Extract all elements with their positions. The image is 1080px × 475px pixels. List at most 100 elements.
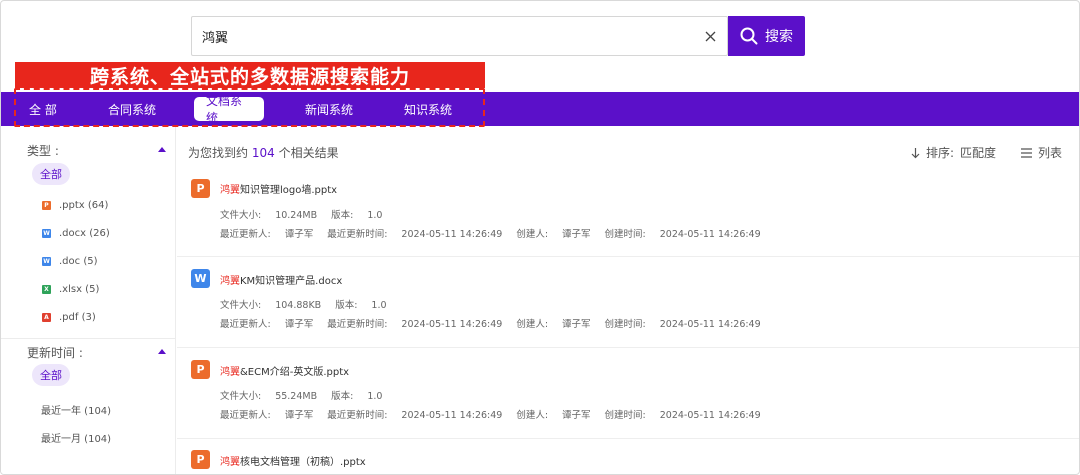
created-time: 2024-05-11 14:26:49 [659,229,761,240]
tab-contract[interactable]: 合同系统 [108,92,156,126]
size-label: 文件大小: [220,210,262,221]
title-highlight: 鸿翼 [220,457,240,468]
search-input[interactable] [192,17,692,55]
sort-arrow-icon [911,147,920,158]
excel-file-icon: X [42,285,51,294]
search-box [191,16,728,56]
pdf-file-icon: A [42,313,51,322]
result-meta-line: 文件大小: 10.24MB 版本: 1.0 [220,207,396,221]
created-label: 创建时间: [604,319,646,330]
type-filter-label: .docx (26) [59,228,110,239]
collapse-type-icon[interactable] [158,147,166,152]
version-label: 版本: [331,210,354,221]
size-label: 文件大小: [220,391,262,402]
result-meta-line: 最近更新人: 谭子军 最近更新时间: 2024-05-11 14:26:49 创建人: 谭… [220,407,775,421]
type-filter-label: .pdf (3) [59,312,96,323]
time-filter-year[interactable]: 最近一年 (104) [41,402,111,417]
creator: 谭子军 [562,319,591,330]
updated-time: 2024-05-11 14:26:49 [401,229,503,240]
results-count: 104 [251,146,275,160]
type-filter-all[interactable]: 全部 [32,163,70,185]
result-meta-line: 文件大小: 104.88KB 版本: 1.0 [220,297,401,311]
updated-label: 最近更新时间: [327,229,388,240]
tab-documents[interactable]: 文档系统 [194,94,264,125]
list-view-toggle[interactable]: 列表 [1021,144,1062,161]
type-filter-label: .pptx (64) [59,200,109,211]
result-meta-line: 最近更新人: 谭子军 最近更新时间: 2024-05-11 14:26:49 创建人: 谭… [220,226,775,240]
type-filter-doc[interactable]: W .doc (5) [42,256,98,267]
type-filter-pdf[interactable]: A .pdf (3) [42,312,96,323]
word-file-icon: W [191,269,210,288]
ppt-file-icon: P [191,360,210,379]
sort-value: 匹配度 [960,146,997,160]
tab-knowledge[interactable]: 知识系统 [404,92,452,126]
version: 1.0 [367,391,383,402]
creator-label: 创建人: [516,229,549,240]
file-size: 10.24MB [275,210,318,221]
search-button[interactable]: 搜索 [728,16,805,56]
result-title[interactable]: 鸿翼知识管理logo墙.pptx [220,181,337,196]
type-filter-heading: 类型 : [27,144,59,158]
word-file-icon: W [42,257,51,266]
version-label: 版本: [331,391,354,402]
ppt-file-icon: P [191,450,210,469]
updated-time: 2024-05-11 14:26:49 [401,410,503,421]
time-filter-month[interactable]: 最近一月 (104) [41,430,111,445]
version: 1.0 [367,210,383,221]
result-title[interactable]: 鸿翼核电文档管理（初稿）.pptx [220,453,366,468]
created-time: 2024-05-11 14:26:49 [659,410,761,421]
result-title[interactable]: 鸿翼&ECM介绍-英文版.pptx [220,363,349,378]
time-filter-all[interactable]: 全部 [32,364,70,386]
word-file-icon: W [42,229,51,238]
creator: 谭子军 [562,410,591,421]
filter-sidebar: 类型 : 全部 P .pptx (64) W .docx (26) W .doc… [1,127,176,474]
creator: 谭子军 [562,229,591,240]
sidebar-divider [1,338,176,339]
sort-control[interactable]: 排序: 匹配度 [911,144,996,161]
search-button-label: 搜索 [765,29,793,45]
sort-label: 排序: [926,146,955,160]
result-item: W 鸿翼KM知识管理产品.docx 文件大小: 104.88KB 版本: 1.0 最近… [177,258,1079,348]
creator-label: 创建人: [516,410,549,421]
updater: 谭子军 [284,410,314,421]
type-filter-xlsx[interactable]: X .xlsx (5) [42,284,99,295]
time-filter-heading: 更新时间 : [27,346,83,360]
result-item: P 鸿翼核电文档管理（初稿）.pptx [177,440,1079,474]
tab-all[interactable]: 全 部 [29,92,57,126]
version: 1.0 [371,300,387,311]
updater-label: 最近更新人: [220,319,271,330]
collapse-time-icon[interactable] [158,349,166,354]
result-meta-line: 文件大小: 55.24MB 版本: 1.0 [220,388,396,402]
title-text: 核电文档管理（初稿）.pptx [240,457,366,468]
updater: 谭子军 [284,319,314,330]
title-text: &ECM介绍-英文版.pptx [240,367,350,378]
updater: 谭子军 [284,229,314,240]
clear-search-icon[interactable] [701,27,719,45]
updater-label: 最近更新人: [220,229,271,240]
title-text: KM知识管理产品.docx [240,276,343,287]
type-filter-label: .doc (5) [59,256,98,267]
updated-time: 2024-05-11 14:26:49 [401,319,503,330]
updated-label: 最近更新时间: [327,319,388,330]
results-summary: 为您找到约 104 个相关结果 [188,144,339,161]
type-filter-docx[interactable]: W .docx (26) [42,228,110,239]
title-highlight: 鸿翼 [220,185,240,196]
file-size: 104.88KB [275,300,322,311]
ppt-file-icon: P [42,201,51,210]
created-time: 2024-05-11 14:26:49 [659,319,761,330]
created-label: 创建时间: [604,410,646,421]
type-filter-pptx[interactable]: P .pptx (64) [42,200,108,211]
updater-label: 最近更新人: [220,410,271,421]
version-label: 版本: [335,300,358,311]
result-title[interactable]: 鸿翼KM知识管理产品.docx [220,272,342,287]
list-icon [1021,147,1032,158]
source-tabs: 全 部 合同系统 文档系统 新闻系统 知识系统 [1,92,1079,126]
title-highlight: 鸿翼 [220,367,240,378]
creator-label: 创建人: [516,319,549,330]
summary-prefix: 为您找到约 [188,146,249,160]
summary-suffix: 个相关结果 [278,146,339,160]
title-text: 知识管理logo墙.pptx [240,185,338,196]
tab-news[interactable]: 新闻系统 [305,92,353,126]
search-results-page: 搜索 跨系统、全站式的多数据源搜索能力 全 部 合同系统 文档系统 新闻系统 知… [0,0,1080,475]
file-size: 55.24MB [275,391,318,402]
